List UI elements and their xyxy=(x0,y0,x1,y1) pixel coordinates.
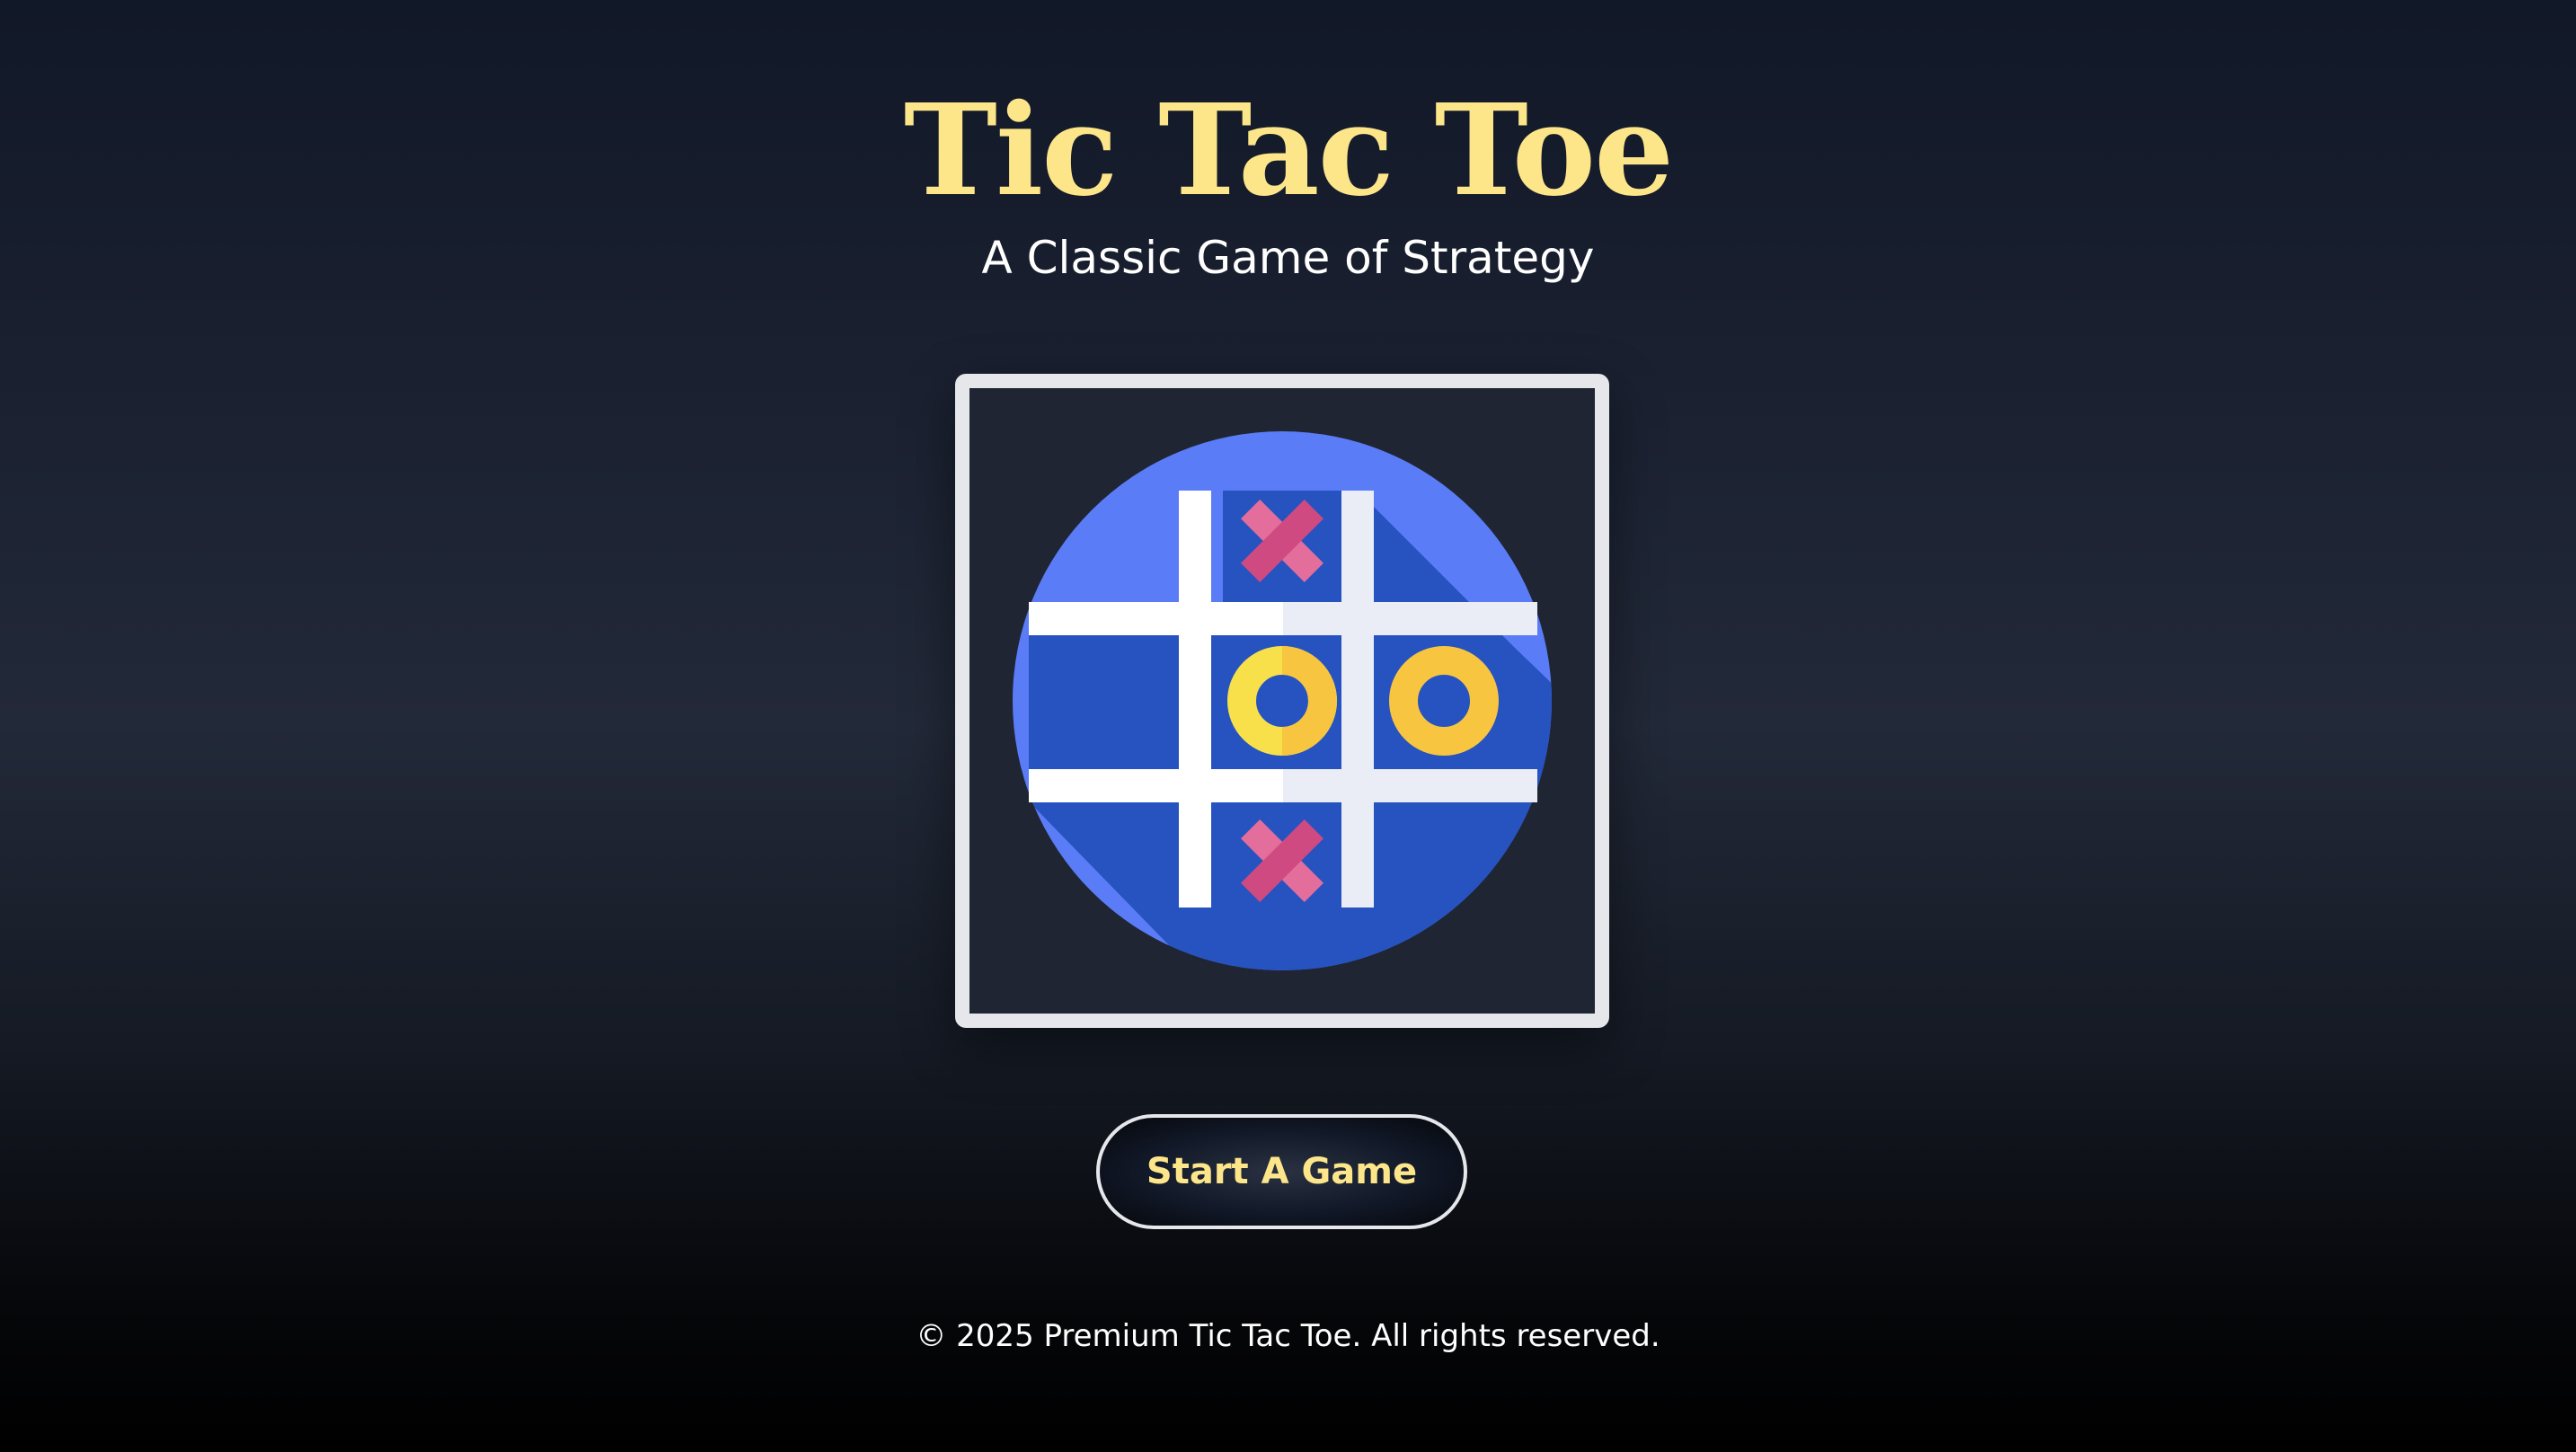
page-title: Tic Tac Toe xyxy=(903,77,1674,225)
start-game-button[interactable]: Start A Game xyxy=(1096,1114,1467,1229)
tic-tac-toe-board-icon xyxy=(1013,431,1552,970)
page-subtitle: A Classic Game of Strategy xyxy=(981,232,1595,284)
footer-copyright: © 2025 Premium Tic Tac Toe. All rights r… xyxy=(916,1318,1660,1354)
game-image-frame xyxy=(955,374,1609,1028)
